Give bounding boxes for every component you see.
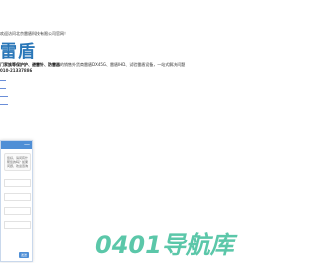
nav-link[interactable] [0, 104, 8, 105]
nav-link[interactable] [0, 80, 6, 81]
page: 欢迎访问北京雷盾科技有限公司官网！ 雷盾 门家族等保护护、避雷针、防雷器的销售外… [0, 0, 270, 263]
watermark-logo: 0401导航库 [95, 231, 234, 259]
chat-widget: — 您好，请问有什么可以 帮您的吗？如果有任何 问题，欢迎咨询，我们会 发送 [0, 140, 33, 262]
nav-link[interactable] [0, 96, 8, 97]
nav-link[interactable] [0, 88, 6, 89]
chat-email-field[interactable] [4, 207, 31, 215]
phone-number: 010-21337886 [0, 68, 33, 73]
brand-title: 雷盾 [0, 42, 36, 62]
chat-message-field[interactable] [4, 221, 31, 229]
intro-rest: 的销售外货商雷盾DX45G、雷盾IHD、试验雷盾设备，一站式解决问题 [60, 62, 186, 67]
chat-message: 您好，请问有什么可以 帮您的吗？如果有任何 问题，欢迎咨询，我们会 [4, 153, 31, 171]
chat-message-line: 问题，欢迎咨询，我们会 [7, 164, 28, 168]
chat-phone-field[interactable] [4, 193, 31, 201]
chat-header: — [1, 141, 32, 149]
send-button[interactable]: 发送 [19, 252, 29, 258]
side-links [0, 80, 12, 112]
minimize-icon[interactable]: — [24, 141, 30, 148]
intro-keywords: 门家族等保护护、避雷针、防雷器 [0, 62, 60, 67]
chat-name-field[interactable] [4, 179, 31, 187]
